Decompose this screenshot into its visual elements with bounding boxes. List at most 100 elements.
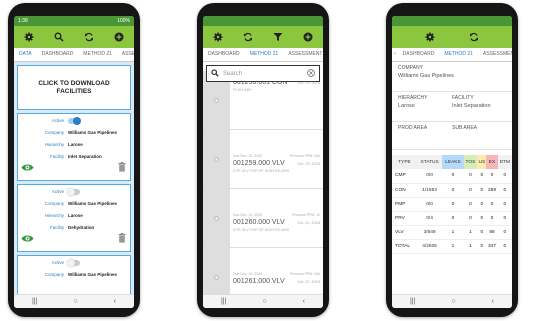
download-facilities-button[interactable]: CLICK TO DOWNLOAD FACILITIES: [17, 65, 131, 110]
tab-dashboard[interactable]: DASHBOARD: [37, 48, 79, 61]
search-icon: [211, 68, 219, 79]
active-label: Active: [51, 189, 64, 194]
recents-icon[interactable]: |||: [221, 298, 226, 305]
add-icon[interactable]: [302, 31, 314, 43]
column-header: STATUS: [416, 155, 443, 169]
item-title: 001261.000 VLV: [233, 278, 285, 285]
company-value: Williams Gas Pipelines: [68, 272, 117, 277]
gear-icon[interactable]: [212, 31, 224, 43]
prod-area-label: PROD AREA: [398, 125, 428, 131]
active-toggle[interactable]: [67, 259, 80, 267]
tab-method-21[interactable]: METHOD 21: [244, 48, 284, 61]
tab-bar: DASHBOARD METHOD 21 ASSESSMENTS: [203, 48, 323, 62]
recents-icon[interactable]: |||: [410, 298, 415, 305]
summary-panel: COMPANY Williams Gas Pipelines HIERARCHY…: [392, 62, 512, 294]
item-prev: Previous PPM: N/A: [290, 154, 320, 158]
table-row: PMP 0/0 0 0 0 0 0: [392, 197, 512, 212]
table-cell: 0: [477, 225, 487, 240]
back-icon[interactable]: ‹: [303, 298, 305, 305]
table-cell: 0: [497, 225, 512, 240]
facility-row: Facility Dehydration: [18, 225, 130, 230]
item-description: PLUG ABV: [233, 88, 252, 92]
hierarchy-value: Larose: [398, 103, 415, 109]
active-row: Active: [18, 259, 130, 267]
hierarchy-facility-row: HIERARCHY Larose FACILITY Inlet Separati…: [392, 92, 512, 122]
status-bar: [392, 16, 512, 26]
table-row: TOTAL 4/2506 1 1 0 347 0: [392, 239, 512, 254]
status-battery: 100%: [117, 18, 130, 24]
back-icon[interactable]: ‹: [114, 298, 116, 305]
table-cell: TOTAL: [392, 239, 417, 254]
tab-assessments[interactable]: ASSESSM: [117, 48, 134, 61]
company-value: Williams Gas Pipelines: [68, 130, 117, 135]
tab-dashboard[interactable]: DASHBOARD: [203, 48, 245, 61]
tab-assessments[interactable]: ASSESSMENTS: [478, 48, 512, 61]
tab-dashboard[interactable]: DASHBOARD: [398, 48, 440, 61]
company-row: Company Williams Gas Pipelines: [18, 130, 130, 135]
tab-assessments[interactable]: ASSESSMENTS: [283, 48, 323, 61]
area-row: PROD AREA SUB AREA: [392, 122, 512, 150]
column-header: LEAKS: [442, 155, 464, 169]
table-cell: 0: [442, 197, 464, 212]
company-label: Company: [44, 201, 64, 206]
list-item[interactable]: Due Dec. 31, 2020 Previous PPM: N/A 00125…: [203, 130, 323, 189]
table-cell: 0: [477, 169, 487, 184]
table-header: TYPE STATUS LEAKS TOS US EX DTM: [392, 155, 512, 169]
tab-data[interactable]: DATA: [14, 48, 37, 61]
toolbar: [392, 26, 512, 48]
status-dot: [214, 274, 219, 280]
table-row: PRV 0/4 0 0 0 0 0: [392, 211, 512, 226]
active-row: Active: [18, 188, 130, 196]
toolbar: [203, 26, 323, 48]
search-bar[interactable]: Search: [206, 65, 320, 82]
list: Due Dec. 31, 2020 Previous PPM: N/A 00125…: [203, 71, 323, 294]
back-icon[interactable]: ‹: [492, 298, 494, 305]
tab-method-21[interactable]: METHOD 21: [439, 48, 478, 61]
home-icon[interactable]: ○: [451, 298, 455, 305]
table-cell: CMP: [392, 169, 417, 184]
company-value: Williams Gas Pipelines: [398, 73, 454, 79]
recents-icon[interactable]: |||: [32, 298, 37, 305]
sync-icon[interactable]: [468, 31, 480, 43]
table-cell: 0: [477, 183, 487, 198]
column-header: EX: [486, 155, 498, 169]
active-toggle[interactable]: [68, 117, 81, 125]
eye-icon[interactable]: [21, 159, 34, 177]
gear-icon[interactable]: [23, 31, 35, 43]
facility-label: FACILITY: [452, 95, 474, 101]
sync-icon[interactable]: [83, 31, 95, 43]
filter-icon[interactable]: [272, 31, 284, 43]
trash-icon[interactable]: [118, 159, 126, 177]
table-row: CMP 0/0 0 0 0 0 0: [392, 169, 512, 184]
home-icon[interactable]: ○: [73, 298, 77, 305]
screen: 1:38 100% DATA DASHBOARD METHOD 21 ASSES…: [14, 16, 134, 308]
table-cell: 0: [477, 239, 487, 254]
home-icon[interactable]: ○: [262, 298, 266, 305]
android-nav-bar: ||| ○ ‹: [14, 294, 134, 308]
tab-method-21[interactable]: METHOD 21: [78, 48, 117, 61]
table-cell: VLV: [392, 225, 417, 240]
table-cell: 0: [442, 183, 464, 198]
sync-icon[interactable]: [242, 31, 254, 43]
table-cell: 0: [497, 169, 512, 184]
tab-bar: › DASHBOARD METHOD 21 ASSESSMENTS: [392, 48, 512, 62]
table-cell: 1: [442, 225, 464, 240]
clear-icon[interactable]: [307, 68, 315, 79]
company-value: Williams Gas Pipelines: [68, 201, 117, 206]
table-cell: 0: [497, 197, 512, 212]
android-nav-bar: ||| ○ ‹: [392, 294, 512, 308]
active-toggle[interactable]: [67, 188, 80, 196]
eye-icon[interactable]: [21, 230, 34, 248]
add-icon[interactable]: [113, 31, 125, 43]
table-cell: 3/649: [416, 225, 443, 240]
list-item[interactable]: Due Dec. 31, 2020 Previous PPM: N/A 00126…: [203, 248, 323, 294]
gear-icon[interactable]: [424, 31, 436, 43]
table-cell: 0: [442, 169, 464, 184]
android-nav-bar: ||| ○ ‹: [203, 294, 323, 308]
search-icon[interactable]: [53, 31, 65, 43]
phone-method21-screen: DASHBOARD METHOD 21 ASSESSMENTS Due Dec.…: [197, 3, 329, 317]
hierarchy-label: Hierarchy: [44, 142, 64, 147]
search-input[interactable]: Search: [223, 71, 307, 77]
list-item[interactable]: Due Dec. 31, 2020 Previous PPM: 10 001260…: [203, 189, 323, 248]
trash-icon[interactable]: [118, 230, 126, 248]
